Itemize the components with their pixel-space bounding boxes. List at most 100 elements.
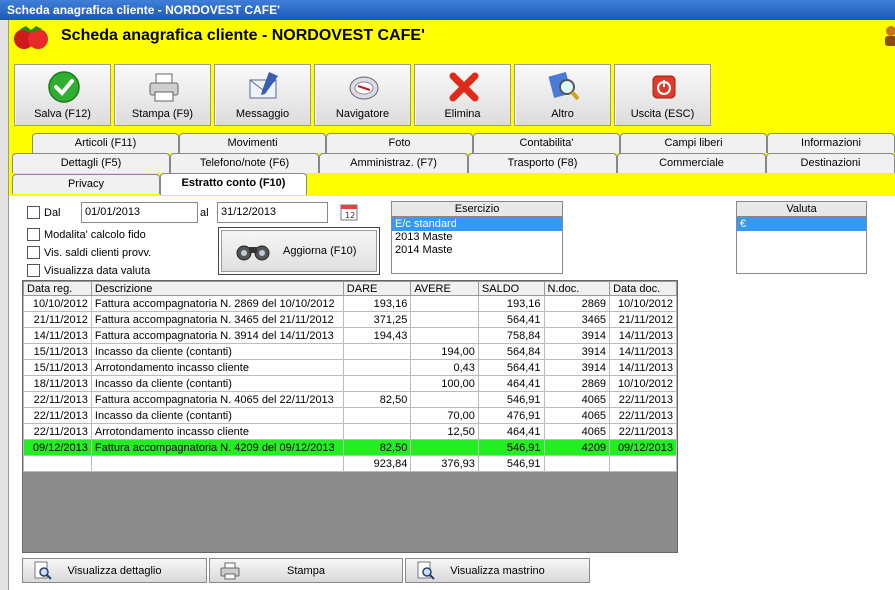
user-icon[interactable] bbox=[883, 24, 895, 48]
other-button[interactable]: Altro bbox=[514, 64, 611, 126]
tab-articoli[interactable]: Articoli (F11) bbox=[32, 133, 179, 153]
view-detail-label: Visualizza dettaglio bbox=[67, 565, 162, 577]
al-label: al bbox=[200, 207, 209, 219]
table-row[interactable]: 22/11/2013 Arrotondamento incasso cliente… bbox=[23, 423, 677, 440]
table-cell: 4065 bbox=[543, 407, 611, 424]
print-ledger-button[interactable]: Stampa bbox=[209, 558, 403, 583]
table-row[interactable]: 09/12/2013 Fattura accompagnatoria N. 420… bbox=[23, 439, 677, 456]
delete-button[interactable]: Elimina bbox=[414, 64, 511, 126]
dal-checkbox-box[interactable] bbox=[27, 206, 40, 219]
valuta-header: Valuta bbox=[736, 201, 867, 217]
tab-destinazioni[interactable]: Destinazioni bbox=[766, 153, 895, 173]
tab-telefono-note[interactable]: Telefono/note (F6) bbox=[170, 153, 319, 173]
left-strip bbox=[0, 20, 9, 590]
dal-checkbox[interactable]: Dal bbox=[27, 206, 61, 219]
table-cell: 193,16 bbox=[342, 295, 412, 312]
column-header[interactable]: N.doc. bbox=[543, 281, 611, 296]
table-cell bbox=[410, 439, 479, 456]
table-cell: 14/11/2013 bbox=[609, 327, 677, 344]
table-cell: 564,41 bbox=[477, 359, 545, 376]
delete-label: Elimina bbox=[444, 108, 481, 120]
table-cell: 564,41 bbox=[477, 311, 545, 328]
data-valuta-checkbox-box[interactable] bbox=[27, 264, 40, 277]
esercizio-item[interactable]: 2013 Maste bbox=[392, 231, 562, 244]
column-header[interactable]: DARE bbox=[342, 281, 412, 296]
esercizio-item[interactable]: 2014 Maste bbox=[392, 244, 562, 257]
date-to-field[interactable]: 31/12/2013 bbox=[217, 202, 328, 223]
message-button[interactable]: Messaggio bbox=[214, 64, 311, 126]
message-label: Messaggio bbox=[235, 108, 290, 120]
esercizio-item[interactable]: E/c standard bbox=[392, 218, 562, 231]
data-valuta-checkbox[interactable]: Visualizza data valuta bbox=[27, 264, 150, 277]
fido-checkbox[interactable]: Modalita' calcolo fido bbox=[27, 228, 146, 241]
exit-button[interactable]: Uscita (ESC) bbox=[614, 64, 711, 126]
table-row[interactable]: 22/11/2013 Fattura accompagnatoria N. 406… bbox=[23, 391, 677, 408]
tab-privacy[interactable]: Privacy bbox=[12, 174, 160, 194]
esercizio-list[interactable]: E/c standard 2013 Maste 2014 Maste bbox=[391, 217, 563, 274]
refresh-label: Aggiorna (F10) bbox=[283, 245, 357, 257]
table-row[interactable]: 18/11/2013 Incasso da cliente (contanti) 1… bbox=[23, 375, 677, 392]
table-cell: 2869 bbox=[543, 295, 611, 312]
table-cell: 22/11/2013 bbox=[23, 391, 92, 408]
view-detail-button[interactable]: Visualizza dettaglio bbox=[22, 558, 207, 583]
printer-icon bbox=[149, 73, 179, 102]
table-cell: 3914 bbox=[543, 343, 611, 360]
table-cell: Fattura accompagnatoria N. 2869 del 10/1… bbox=[90, 295, 344, 312]
totals-row[interactable]: 923,84 376,93 546,91 bbox=[23, 455, 677, 472]
tab-foto[interactable]: Foto bbox=[326, 133, 473, 153]
table-cell: 564,84 bbox=[477, 343, 545, 360]
ledger-grid[interactable]: Data reg. Descrizione DARE AVERE SALDO N.doc.… bbox=[22, 280, 678, 553]
column-header[interactable]: Descrizione bbox=[90, 281, 344, 296]
column-header[interactable]: SALDO bbox=[477, 281, 545, 296]
binoculars-icon bbox=[236, 245, 270, 261]
date-from-field[interactable]: 01/01/2013 bbox=[81, 202, 198, 223]
table-cell: 10/10/2012 bbox=[609, 375, 677, 392]
ledger-body: 10/10/2012 Fattura accompagnatoria N. 286… bbox=[23, 295, 677, 472]
table-cell: Incasso da cliente (contanti) bbox=[90, 407, 344, 424]
refresh-button[interactable]: Aggiorna (F10) bbox=[218, 227, 380, 275]
navigator-button[interactable]: Navigatore bbox=[314, 64, 411, 126]
table-row[interactable]: 22/11/2013 Incasso da cliente (contanti) 7… bbox=[23, 407, 677, 424]
tab-contabilita[interactable]: Contabilita' bbox=[473, 133, 620, 153]
table-row[interactable]: 21/11/2012 Fattura accompagnatoria N. 346… bbox=[23, 311, 677, 328]
table-cell: 3914 bbox=[543, 327, 611, 344]
tab-amministrazione[interactable]: Amministraz. (F7) bbox=[319, 153, 468, 173]
table-row[interactable]: 14/11/2013 Fattura accompagnatoria N. 391… bbox=[23, 327, 677, 344]
tab-trasporto[interactable]: Trasporto (F8) bbox=[468, 153, 617, 173]
tab-dettagli[interactable]: Dettagli (F5) bbox=[12, 153, 170, 173]
tab-campi-liberi[interactable]: Campi liberi bbox=[620, 133, 767, 153]
table-row[interactable]: 15/11/2013 Arrotondamento incasso cliente… bbox=[23, 359, 677, 376]
table-cell: 82,50 bbox=[342, 391, 412, 408]
table-cell: 22/11/2013 bbox=[609, 423, 677, 440]
tab-informazioni[interactable]: Informazioni bbox=[767, 133, 895, 153]
table-cell: 758,84 bbox=[477, 327, 545, 344]
tab-estratto-conto[interactable]: Estratto conto (F10) bbox=[160, 173, 307, 195]
tab-movimenti[interactable]: Movimenti bbox=[179, 133, 326, 153]
table-cell bbox=[342, 343, 412, 360]
view-mastrino-button[interactable]: Visualizza mastrino bbox=[405, 558, 590, 583]
print-button[interactable]: Stampa (F9) bbox=[114, 64, 211, 126]
table-cell: Incasso da cliente (contanti) bbox=[90, 343, 344, 360]
table-cell: 371,25 bbox=[342, 311, 412, 328]
table-cell: 3465 bbox=[543, 311, 611, 328]
data-valuta-label: Visualizza data valuta bbox=[44, 264, 151, 277]
column-header[interactable]: Data reg. bbox=[23, 281, 92, 296]
calendar-icon[interactable]: 12 bbox=[340, 203, 358, 221]
page-title: Scheda anagrafica cliente - NORDOVEST CA… bbox=[61, 27, 425, 44]
table-row[interactable]: 15/11/2013 Incasso da cliente (contanti) 1… bbox=[23, 343, 677, 360]
saldi-provv-checkbox[interactable]: Vis. saldi clienti provv. bbox=[27, 246, 151, 259]
table-cell: 194,00 bbox=[410, 343, 479, 360]
table-cell: 2869 bbox=[543, 375, 611, 392]
saldi-provv-checkbox-box[interactable] bbox=[27, 246, 40, 259]
valuta-list[interactable]: € bbox=[736, 217, 867, 274]
save-button[interactable]: Salva (F12) bbox=[14, 64, 111, 126]
tab-commerciale[interactable]: Commerciale bbox=[617, 153, 766, 173]
header: Scheda anagrafica cliente - NORDOVEST CA… bbox=[9, 20, 895, 56]
table-row[interactable]: 10/10/2012 Fattura accompagnatoria N. 286… bbox=[23, 295, 677, 312]
column-header[interactable]: Data doc. bbox=[609, 281, 677, 296]
column-header[interactable]: AVERE bbox=[410, 281, 479, 296]
fido-checkbox-box[interactable] bbox=[27, 228, 40, 241]
magnifier-icon bbox=[548, 72, 580, 101]
valuta-item[interactable]: € bbox=[737, 218, 866, 231]
navigator-label: Navigatore bbox=[335, 108, 390, 120]
